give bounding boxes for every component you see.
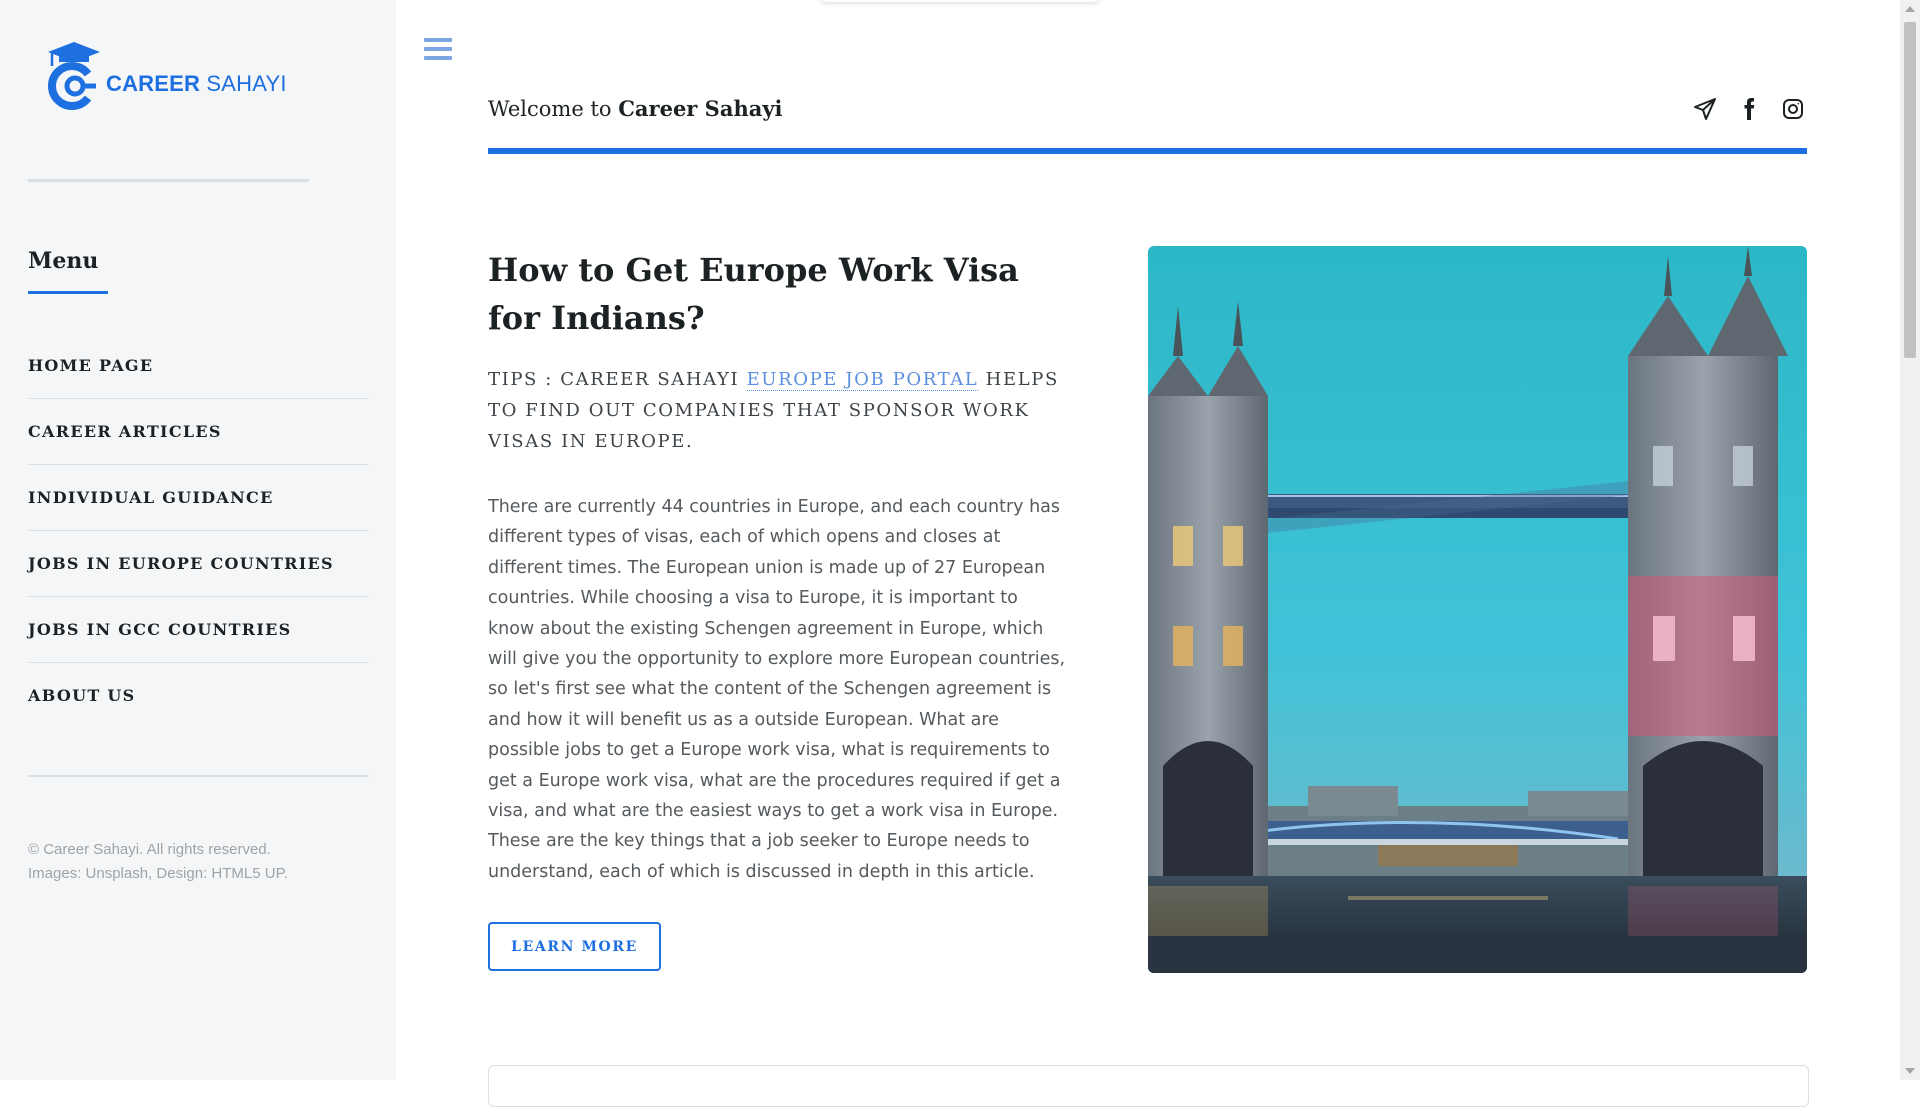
credits-text: Images: Unsplash, Design: HTML5 UP. bbox=[28, 865, 288, 882]
vertical-scrollbar[interactable] bbox=[1900, 0, 1920, 1080]
learn-more-button[interactable]: LEARN MORE bbox=[488, 922, 661, 971]
sidebar-menu: HOME PAGE CAREER ARTICLES INDIVIDUAL GUI… bbox=[28, 333, 369, 728]
sidebar-divider-top bbox=[28, 179, 309, 182]
scroll-down-icon[interactable] bbox=[1905, 1068, 1915, 1074]
sidebar-item-jobs-in-europe-countries[interactable]: JOBS IN EUROPE COUNTRIES bbox=[28, 530, 369, 596]
tower-bridge-image bbox=[1148, 246, 1807, 973]
sidebar-footer: © Career Sahayi. All rights reserved. Im… bbox=[28, 838, 288, 886]
next-article-card bbox=[488, 1065, 1809, 1107]
menu-toggle-icon[interactable] bbox=[424, 38, 452, 64]
site-name: Career Sahayi bbox=[618, 96, 783, 121]
menu-heading-underline bbox=[28, 291, 108, 294]
copyright-text: © Career Sahayi. All rights reserved. bbox=[28, 841, 271, 858]
instagram-icon[interactable] bbox=[1780, 96, 1806, 122]
logo-wordmark: CAREER SAHAYI bbox=[106, 71, 287, 96]
article-body: There are currently 44 countries in Euro… bbox=[488, 497, 1066, 882]
europe-job-portal-link[interactable]: EUROPE JOB PORTAL bbox=[746, 369, 979, 391]
sidebar: CAREER SAHAYI Menu HOME PAGE CAREER ARTI… bbox=[0, 0, 396, 1080]
sidebar-item-home-page[interactable]: HOME PAGE bbox=[28, 333, 369, 398]
welcome-text: Welcome to Career Sahayi bbox=[488, 96, 783, 121]
article-title: How to Get Europe Work Visa for Indians? bbox=[488, 251, 1019, 337]
facebook-icon[interactable] bbox=[1736, 96, 1762, 122]
sidebar-divider-bottom bbox=[28, 775, 369, 777]
scrollbar-thumb[interactable] bbox=[1904, 22, 1916, 358]
telegram-icon[interactable] bbox=[1692, 96, 1718, 122]
sidebar-item-about-us[interactable]: ABOUT US bbox=[28, 662, 369, 728]
header-accent-bar bbox=[488, 148, 1807, 154]
social-links bbox=[1692, 96, 1806, 122]
sidebar-item-individual-guidance[interactable]: INDIVIDUAL GUIDANCE bbox=[28, 464, 369, 530]
top-edge-tab bbox=[820, 0, 1100, 2]
article-tips: TIPS : CAREER SAHAYI EUROPE JOB PORTAL H… bbox=[488, 369, 1059, 452]
sidebar-item-jobs-in-gcc-countries[interactable]: JOBS IN GCC COUNTRIES bbox=[28, 596, 369, 662]
menu-heading: Menu bbox=[28, 248, 99, 274]
site-logo[interactable]: CAREER SAHAYI bbox=[44, 40, 287, 110]
graduation-cap-logo-icon bbox=[48, 42, 100, 110]
scroll-up-icon[interactable] bbox=[1905, 6, 1915, 12]
sidebar-item-career-articles[interactable]: CAREER ARTICLES bbox=[28, 398, 369, 464]
